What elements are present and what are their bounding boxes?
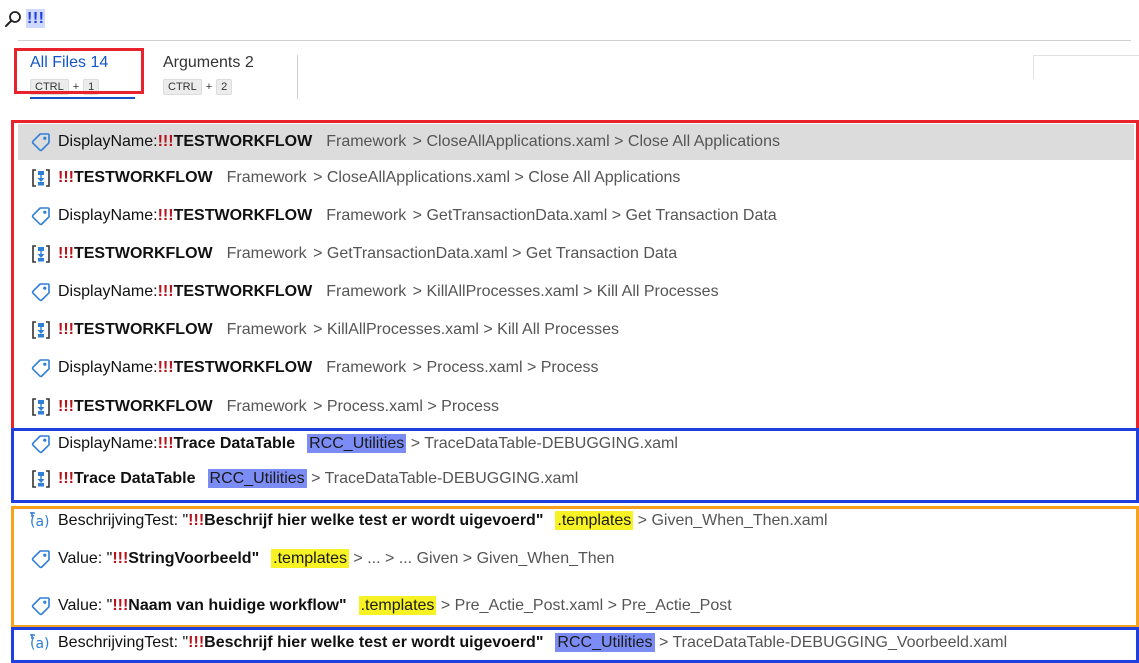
filter-tabs: All Files 14 CTRL +1 Arguments 2 CTRL +2 xyxy=(18,47,1139,107)
tab-arguments-shortcut: CTRL +2 xyxy=(163,79,273,95)
tab-separator xyxy=(297,55,298,99)
search-divider xyxy=(18,40,1131,41)
search-input[interactable]: !!! xyxy=(26,9,46,28)
active-tab-indicator xyxy=(30,97,135,99)
annotation-box-templates xyxy=(11,506,1139,628)
tab-arguments[interactable]: Arguments 2 CTRL +2 xyxy=(163,53,273,101)
tab-strip-border xyxy=(1033,55,1034,79)
annotation-box-tab xyxy=(14,48,144,94)
search-bar[interactable]: !!! xyxy=(0,0,1139,38)
shortcut-key-2: 2 xyxy=(216,79,233,95)
shortcut-key-ctrl: CTRL xyxy=(163,79,202,95)
annotation-box-rcc-utilities-bottom xyxy=(11,627,1139,663)
annotation-box-framework xyxy=(11,120,1139,431)
tab-arguments-label: Arguments 2 xyxy=(163,54,254,71)
search-icon xyxy=(5,11,21,27)
annotation-box-rcc-utilities xyxy=(11,428,1139,503)
tab-strip-border xyxy=(1033,55,1139,56)
shortcut-plus: + xyxy=(205,81,213,93)
